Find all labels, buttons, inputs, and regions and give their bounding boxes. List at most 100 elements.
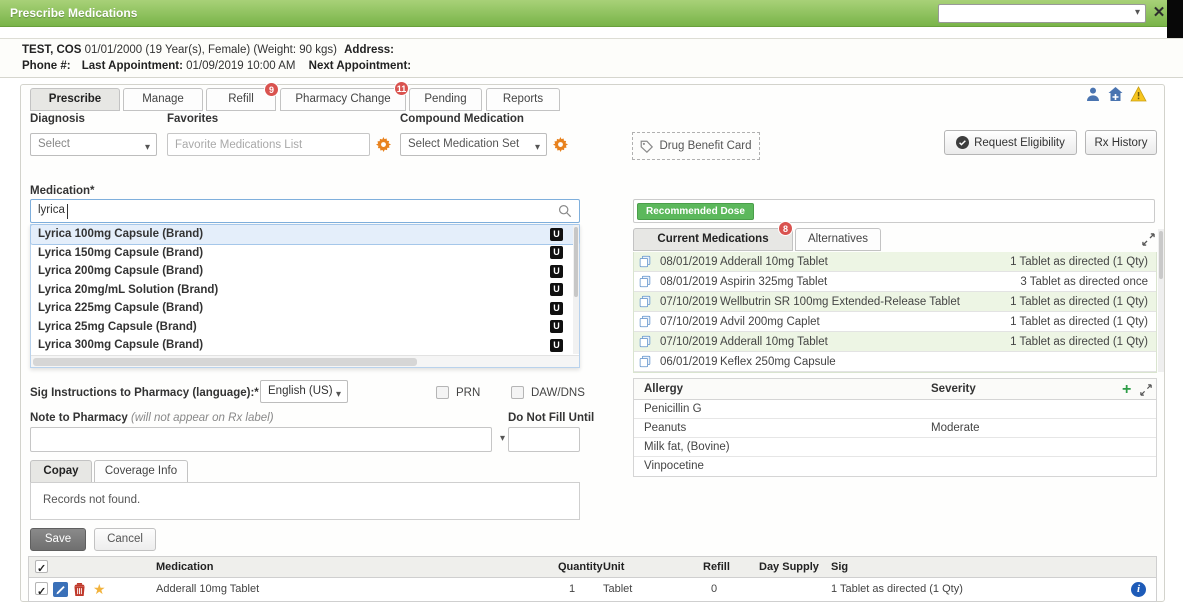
compound-medication-label: Compound Medication xyxy=(400,113,524,125)
edit-icon[interactable] xyxy=(53,582,68,597)
patient-user-icon[interactable] xyxy=(1085,86,1101,105)
current-medication-row[interactable]: 07/10/2019 Adderall 10mg Tablet 1 Tablet… xyxy=(634,332,1156,352)
allergy-row[interactable]: Penicillin G xyxy=(634,400,1156,419)
medication-result-item[interactable]: Lyrica 150mg Capsule (Brand)U xyxy=(31,244,579,263)
last-appt-label: Last Appointment: xyxy=(82,60,183,72)
diagnosis-select[interactable]: Select xyxy=(30,133,157,156)
tab-current-medications[interactable]: Current Medications xyxy=(633,228,793,251)
prn-checkbox[interactable] xyxy=(436,386,449,399)
row-checkbox[interactable] xyxy=(35,582,48,595)
next-appt-label: Next Appointment: xyxy=(309,60,411,72)
chevron-down-icon xyxy=(535,137,540,158)
patient-line-2: Phone #: Last Appointment: 01/09/2019 10… xyxy=(22,60,411,72)
request-eligibility-button[interactable]: Request Eligibility xyxy=(944,130,1077,155)
note-hint: (will not appear on Rx label) xyxy=(131,412,274,424)
note-to-pharmacy-label: Note to Pharmacy (will not appear on Rx … xyxy=(30,412,274,424)
u-flag-badge: U xyxy=(550,339,563,352)
daw-dns-checkbox[interactable] xyxy=(511,386,524,399)
recommended-dose-button[interactable]: Recommended Dose xyxy=(637,203,754,220)
note-dropdown-icon[interactable] xyxy=(500,433,505,444)
records-not-found-message: Records not found. xyxy=(43,494,140,506)
tab-alternatives[interactable]: Alternatives xyxy=(795,228,881,251)
medication-label: Medication* xyxy=(30,185,95,197)
close-icon[interactable]: ✕ xyxy=(1150,3,1168,23)
severity-column-header: Severity xyxy=(931,379,976,400)
add-allergy-icon[interactable]: + xyxy=(1122,379,1131,400)
scrollbar-thumb[interactable] xyxy=(1159,231,1163,279)
favorites-input[interactable] xyxy=(167,133,370,156)
medication-result-item[interactable]: Lyrica 25mg Capsule (Brand)U xyxy=(31,318,579,337)
current-medication-row[interactable]: 06/01/2019 Keflex 250mg Capsule xyxy=(634,352,1156,372)
cancel-button[interactable]: Cancel xyxy=(94,528,156,551)
scrollbar-thumb[interactable] xyxy=(574,227,578,297)
current-medications-count-badge: 8 xyxy=(778,221,793,236)
tab-manage[interactable]: Manage xyxy=(123,88,203,111)
last-appt-value: 01/09/2019 10:00 AM xyxy=(186,60,295,72)
dropdown-vertical-scrollbar[interactable] xyxy=(573,225,579,354)
medication-result-item[interactable]: Lyrica 20mg/mL Solution (Brand)U xyxy=(31,281,579,300)
rx-table-header: Medication Quantity Unit Refill Day Supp… xyxy=(29,557,1156,578)
copy-icon[interactable] xyxy=(639,355,651,375)
medication-result-item[interactable]: Lyrica 200mg Capsule (Brand)U xyxy=(31,262,579,281)
note-to-pharmacy-input[interactable] xyxy=(30,427,492,452)
tab-copay[interactable]: Copay xyxy=(30,460,92,483)
medication-result-item[interactable]: Lyrica 225mg Capsule (Brand)U xyxy=(31,299,579,318)
info-icon[interactable]: i xyxy=(1131,582,1146,597)
current-medication-row[interactable]: 08/01/2019 Adderall 10mg Tablet 1 Tablet… xyxy=(634,252,1156,272)
allergy-row[interactable]: Milk fat, (Bovine) xyxy=(634,438,1156,457)
rx-table-row[interactable]: ★ Adderall 10mg Tablet 1 Tablet 0 1 Tabl… xyxy=(29,578,1156,601)
allergy-row[interactable]: Vinpocetine xyxy=(634,457,1156,476)
sig-language-select[interactable]: English (US) xyxy=(260,380,348,403)
tab-reports[interactable]: Reports xyxy=(486,88,560,111)
compound-gear-icon[interactable] xyxy=(553,137,568,155)
allergy-table-header: Allergy Severity + xyxy=(634,379,1156,400)
tab-prescribe[interactable]: Prescribe xyxy=(30,88,120,111)
u-flag-badge: U xyxy=(550,320,563,333)
daw-dns-label: DAW/DNS xyxy=(531,387,585,399)
home-plus-icon[interactable] xyxy=(1107,86,1124,105)
tab-pharmacy-change[interactable]: Pharmacy Change xyxy=(280,88,406,111)
address-label: Address: xyxy=(344,44,394,56)
current-medication-row[interactable]: 08/01/2019 Aspirin 325mg Tablet 3 Tablet… xyxy=(634,272,1156,292)
medication-result-item[interactable]: Lyrica 300mg Capsule (Brand)U xyxy=(31,336,579,355)
current-medications-table: 08/01/2019 Adderall 10mg Tablet 1 Tablet… xyxy=(633,252,1157,373)
save-button[interactable]: Save xyxy=(30,528,86,551)
expand-icon[interactable] xyxy=(1142,233,1155,249)
u-flag-badge: U xyxy=(550,265,563,278)
pharmacy-change-count-badge: 11 xyxy=(394,81,409,96)
sig-instructions-label: Sig Instructions to Pharmacy (language):… xyxy=(30,387,259,399)
current-medications-scrollbar[interactable] xyxy=(1158,229,1164,372)
current-medication-row[interactable]: 07/10/2019 Wellbutrin SR 100mg Extended-… xyxy=(634,292,1156,312)
title-bar: Prescribe Medications ✕ xyxy=(0,0,1183,27)
do-not-fill-until-input[interactable] xyxy=(508,427,580,452)
dropdown-horizontal-scrollbar[interactable] xyxy=(31,355,579,367)
allergy-row[interactable]: PeanutsModerate xyxy=(634,419,1156,438)
tab-pending[interactable]: Pending xyxy=(409,88,482,111)
tab-coverage-info[interactable]: Coverage Info xyxy=(94,460,188,483)
medication-search-query: lyrica xyxy=(38,204,65,216)
current-medication-row[interactable]: 07/10/2019 Advil 200mg Caplet 1 Tablet a… xyxy=(634,312,1156,332)
header-dropdown[interactable] xyxy=(938,4,1146,23)
patient-name: TEST, COS xyxy=(22,44,81,56)
window-title: Prescribe Medications xyxy=(10,6,137,20)
search-icon[interactable] xyxy=(558,204,572,221)
favorite-star-icon[interactable]: ★ xyxy=(93,578,106,601)
u-flag-badge: U xyxy=(550,228,563,241)
warning-triangle-icon[interactable] xyxy=(1130,86,1147,105)
favorites-gear-icon[interactable] xyxy=(376,137,391,155)
u-flag-badge: U xyxy=(550,283,563,296)
medication-search-box[interactable]: lyrica xyxy=(30,199,580,223)
scrollbar-thumb[interactable] xyxy=(33,358,417,366)
tag-icon xyxy=(640,140,653,153)
select-all-checkbox[interactable] xyxy=(35,560,48,573)
chevron-down-icon xyxy=(336,384,341,405)
delete-icon[interactable] xyxy=(73,582,86,606)
drug-benefit-card-button[interactable]: Drug Benefit Card xyxy=(632,132,760,160)
u-flag-badge: U xyxy=(550,302,563,315)
compound-medication-select[interactable]: Select Medication Set xyxy=(400,133,547,156)
patient-line-1: TEST, COS 01/01/2000 (19 Year(s), Female… xyxy=(22,44,394,56)
patient-details: 01/01/2000 (19 Year(s), Female) (Weight:… xyxy=(85,44,337,56)
chevron-down-icon xyxy=(1135,7,1140,18)
rx-history-button[interactable]: Rx History xyxy=(1085,130,1157,155)
medication-result-item[interactable]: Lyrica 100mg Capsule (Brand)U xyxy=(31,225,579,244)
